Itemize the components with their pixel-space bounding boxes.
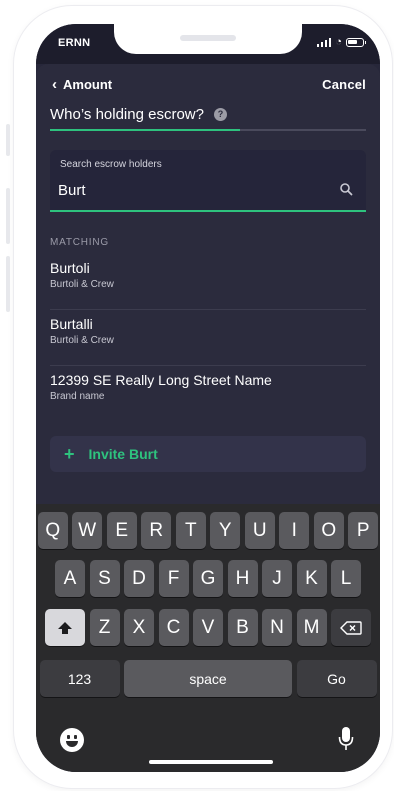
results-list: Burtoli Burtoli & Crew Burtalli Burtoli … (50, 254, 366, 422)
key-c[interactable]: C (158, 609, 189, 646)
keyboard-row-1: Q W E R T Y U I O P (36, 512, 380, 549)
result-item[interactable]: Burtoli Burtoli & Crew (50, 254, 366, 310)
progress-track (50, 129, 366, 131)
keyboard-row-2: A S D F G H J K L (36, 560, 380, 597)
question-text: Who’s holding escrow? (50, 106, 204, 123)
home-indicator (149, 760, 273, 764)
key-i[interactable]: I (279, 512, 310, 549)
key-m[interactable]: M (296, 609, 327, 646)
key-b[interactable]: B (227, 609, 258, 646)
numbers-key[interactable]: 123 (39, 660, 120, 697)
result-subtitle: Brand name (50, 391, 105, 402)
status-icons: ◔ (316, 36, 366, 48)
emoji-icon[interactable] (60, 728, 84, 752)
space-key[interactable]: space (124, 660, 292, 697)
phone-screen: ERNN ◔ ‹ Amount Cancel Who’s holding esc… (36, 24, 380, 772)
key-f[interactable]: F (158, 560, 189, 597)
microphone-icon[interactable] (338, 726, 354, 752)
search-field[interactable]: Search escrow holders (50, 150, 366, 212)
wifi-icon: ◔ (335, 36, 342, 48)
shift-key[interactable] (45, 609, 85, 646)
key-t[interactable]: T (175, 512, 206, 549)
key-w[interactable]: W (72, 512, 103, 549)
key-y[interactable]: Y (210, 512, 241, 549)
key-e[interactable]: E (106, 512, 137, 549)
key-u[interactable]: U (244, 512, 275, 549)
result-subtitle: Burtoli & Crew (50, 335, 114, 346)
result-name: Burtalli (50, 316, 93, 332)
key-x[interactable]: X (124, 609, 154, 646)
escrow-sheet: ‹ Amount Cancel Who’s holding escrow? ? … (36, 64, 380, 504)
key-n[interactable]: N (262, 609, 292, 646)
key-v[interactable]: V (193, 609, 223, 646)
device-notch (114, 24, 302, 54)
key-a[interactable]: A (55, 560, 85, 597)
key-j[interactable]: J (262, 560, 292, 597)
result-subtitle: Burtoli & Crew (50, 279, 114, 290)
speaker-grille (180, 35, 236, 41)
key-r[interactable]: R (141, 512, 172, 549)
delete-icon (340, 620, 362, 635)
keyboard: Q W E R T Y U I O P A S D F G H J K L Z … (36, 504, 380, 772)
go-key[interactable]: Go (296, 660, 377, 697)
back-button[interactable]: ‹ Amount (52, 77, 112, 92)
help-icon[interactable]: ? (213, 108, 227, 121)
key-l[interactable]: L (331, 560, 361, 597)
chevron-left-icon: ‹ (52, 76, 57, 93)
key-p[interactable]: P (348, 512, 379, 549)
result-name: Burtoli (50, 260, 90, 276)
phone-side-button (6, 256, 10, 312)
progress-fill (50, 129, 240, 131)
key-q[interactable]: Q (37, 512, 68, 549)
question-header: Who’s holding escrow? ? (50, 106, 227, 123)
key-o[interactable]: O (313, 512, 344, 549)
key-d[interactable]: D (124, 560, 154, 597)
result-item[interactable]: 12399 SE Really Long Street Name Brand n… (50, 366, 366, 422)
plus-icon: + (64, 444, 75, 464)
key-h[interactable]: H (227, 560, 258, 597)
key-k[interactable]: K (296, 560, 327, 597)
delete-key[interactable] (331, 609, 371, 646)
matching-heading: MATCHING (50, 237, 109, 248)
shift-icon (58, 621, 72, 634)
phone-side-button (6, 188, 10, 244)
battery-icon (346, 37, 366, 47)
search-input[interactable] (58, 179, 328, 201)
invite-label: Invite Burt (88, 446, 158, 462)
cancel-button[interactable]: Cancel (322, 77, 366, 92)
signal-icon (316, 37, 332, 47)
search-label: Search escrow holders (60, 159, 162, 170)
key-z[interactable]: Z (89, 609, 120, 646)
carrier-label: ERNN (58, 37, 91, 49)
key-g[interactable]: G (193, 560, 223, 597)
search-icon[interactable] (339, 182, 353, 196)
key-s[interactable]: S (89, 560, 120, 597)
phone-side-button (6, 124, 10, 156)
invite-button[interactable]: + Invite Burt (50, 436, 366, 472)
result-name: 12399 SE Really Long Street Name (50, 372, 272, 388)
result-item[interactable]: Burtalli Burtoli & Crew (50, 310, 366, 366)
nav-bar: ‹ Amount Cancel (52, 77, 366, 95)
keyboard-row-4: 123 space Go (36, 660, 380, 697)
keyboard-row-3: Z X C V B N M (36, 609, 380, 646)
back-label: Amount (63, 77, 113, 92)
